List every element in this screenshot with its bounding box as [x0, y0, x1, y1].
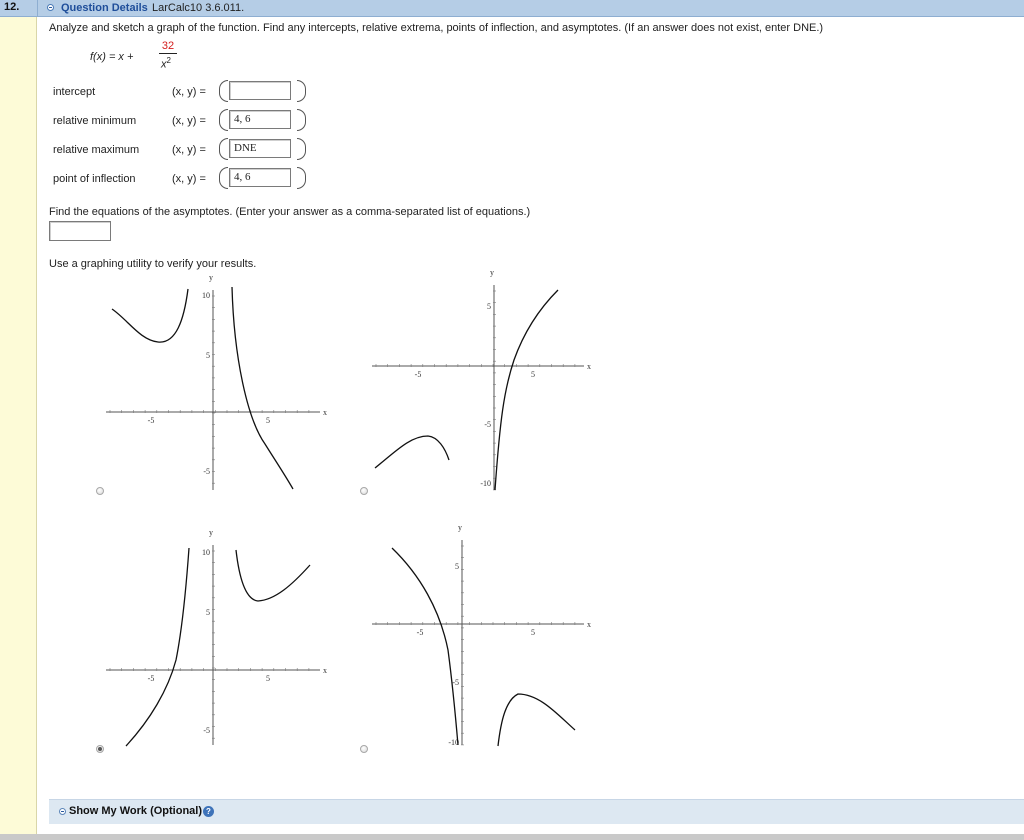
graph-3-y-tick-label: 5 — [206, 608, 210, 617]
graph-2-x-tick-label: -5 — [415, 370, 422, 379]
graph-2-curve-1 — [374, 435, 450, 469]
graph-option-radio-4[interactable] — [360, 745, 368, 753]
graph-options: xy-5 5105-5xy-5 55-5-10xy-5 5105-5xy-5 55-5-… — [106, 268, 591, 747]
graph-3-x-tick-label: -5 — [148, 674, 155, 683]
graph-1-x-tick-label: -5 — [148, 416, 155, 425]
graph-4-x-label: x — [587, 620, 591, 629]
graph-4-y-tick-label: -5 — [452, 678, 459, 687]
help-icon[interactable]: ? — [203, 806, 214, 817]
show-my-work-bar: Show My Work (Optional) ? — [49, 799, 1024, 824]
graph-1-y-tick-label: 10 — [202, 291, 210, 300]
graph-option-radio-3[interactable] — [96, 745, 104, 753]
graph-2-x-label: x — [587, 362, 591, 371]
graph-2-x-tick-label: 5 — [531, 370, 535, 379]
graph-3-y-tick-label: 10 — [202, 548, 210, 557]
graph-3-y-tick-label: -5 — [203, 726, 210, 735]
bottom-scroll-edge — [0, 834, 1024, 840]
graph-1-y-tick-label: 5 — [206, 351, 210, 360]
graph-4-curve-1 — [391, 547, 459, 746]
graph-1-curve-1 — [111, 288, 189, 343]
graph-4-y-tick-label: 5 — [455, 562, 459, 571]
graph-1-y-label: y — [209, 273, 213, 282]
graph-4-y-label: y — [458, 523, 462, 532]
graph-3-curve-2 — [235, 549, 311, 602]
graph-3-curve-1 — [125, 547, 190, 747]
graph-1-y-tick-label: -5 — [203, 467, 210, 476]
graph-2-y-tick-label: -10 — [480, 479, 491, 488]
expand-circle-icon[interactable] — [59, 808, 66, 815]
graph-1-x-label: x — [323, 408, 327, 417]
show-my-work-toggle[interactable]: Show My Work (Optional) — [69, 805, 202, 817]
graph-4-curve-2 — [497, 693, 576, 747]
graph-2-curve-2 — [494, 289, 559, 491]
graph-2-y-label: y — [490, 268, 494, 277]
graph-4-x-tick-label: 5 — [531, 628, 535, 637]
graph-4-x-tick-label: -5 — [417, 628, 424, 637]
graph-1-curve-2 — [231, 286, 294, 490]
graph-2-y-tick-label: -5 — [484, 420, 491, 429]
graph-3-x-tick-label: 5 — [266, 674, 270, 683]
graph-1-x-tick-label: 5 — [266, 416, 270, 425]
graph-3-y-label: y — [209, 528, 213, 537]
graph-option-radio-1[interactable] — [96, 487, 104, 495]
graph-3-x-label: x — [323, 666, 327, 675]
graph-2-y-tick-label: 5 — [487, 302, 491, 311]
graph-option-radio-2[interactable] — [360, 487, 368, 495]
